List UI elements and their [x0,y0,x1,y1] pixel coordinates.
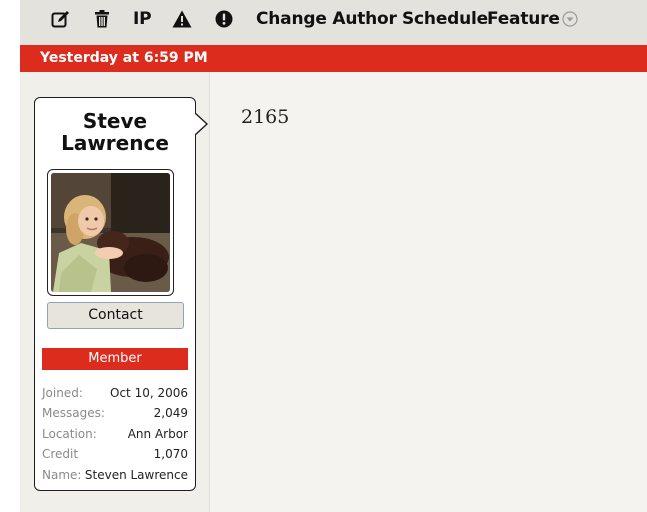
info-key[interactable]: Messages: [42,406,105,420]
post-content [210,72,647,512]
info-key: Credit [42,447,79,461]
feature-label: Feature [487,9,560,29]
schedule-label: Schedule [402,9,488,29]
post-date: Yesterday at 6:59 PM [40,50,208,66]
avatar[interactable] [51,173,170,292]
edit-icon [51,11,69,28]
warning-icon [172,10,192,28]
info-row-joined: Joined: Oct 10, 2006 [42,386,188,404]
change-author-label: Change Author [256,9,397,29]
report-button[interactable] [172,0,192,38]
card-pointer-fill [194,113,206,135]
exclamation-icon [215,10,233,28]
info-value: Steven Lawrence [84,468,188,482]
delete-button[interactable] [94,0,110,38]
avatar-photo-icon [51,173,170,292]
warn-button[interactable] [215,0,233,38]
post-message: 2165 [241,106,290,128]
info-value: 1,070 [153,447,188,461]
info-value: Oct 10, 2006 [110,386,188,400]
contact-button[interactable]: Contact [47,302,184,329]
trash-icon [95,10,109,28]
ip-label: IP [133,9,152,29]
user-name[interactable]: Steve Lawrence [35,110,195,154]
info-key: Location: [42,427,97,441]
info-value[interactable]: Ann Arbor [128,427,188,441]
schedule-button[interactable]: Schedule [402,0,488,38]
feature-dropdown[interactable]: Feature [487,0,578,38]
info-row-location: Location: Ann Arbor [42,427,188,445]
edit-button[interactable] [51,0,71,38]
info-value[interactable]: 2,049 [154,406,188,420]
info-row-messages: Messages: 2,049 [42,406,188,424]
avatar-frame[interactable] [47,169,174,296]
chevron-down-circle-icon[interactable] [562,11,578,27]
post-date-bar: Yesterday at 6:59 PM [20,45,647,72]
info-row-name: Name: Steven Lawrence [42,468,188,486]
info-key: Name: [42,468,82,482]
info-key: Joined: [42,386,83,400]
user-card: Steve Lawrence Contact Member Joined: Oc… [34,97,208,491]
ip-button[interactable]: IP [133,0,152,38]
change-author-button[interactable]: Change Author [256,0,397,38]
info-row-credit: Credit 1,070 [42,447,188,465]
user-role-badge: Member [42,348,188,370]
